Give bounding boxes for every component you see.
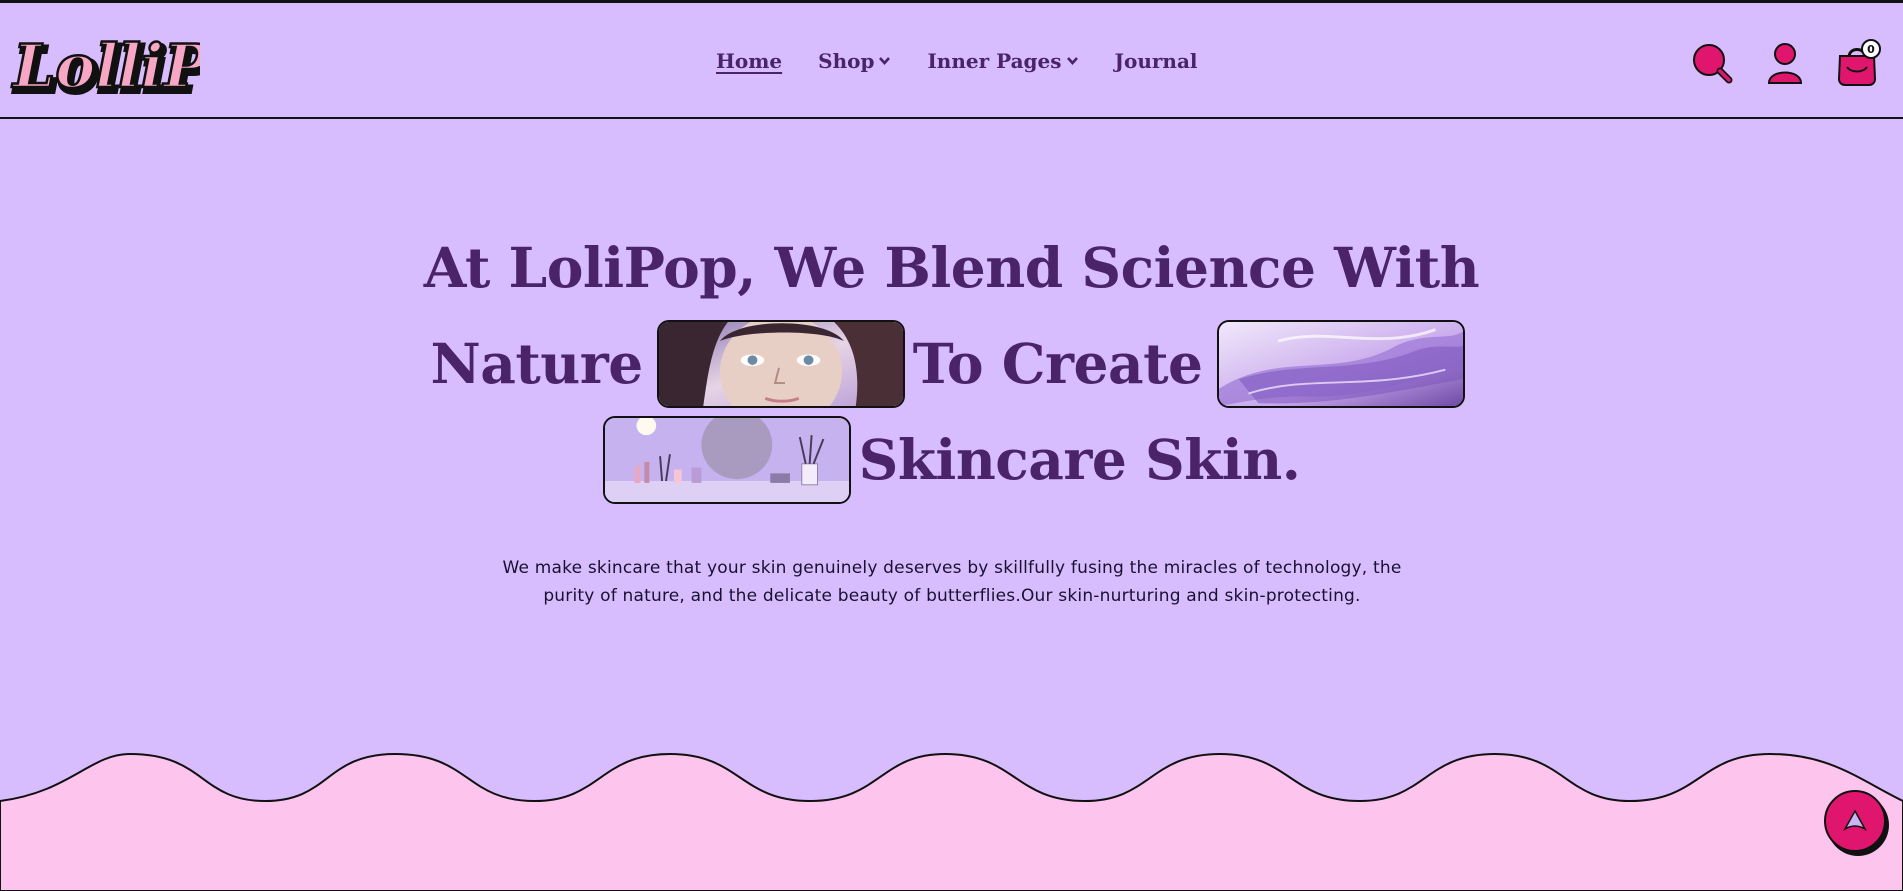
lollipop-logo[interactable]: LolliPop LolliPop [10,17,295,109]
hero-heading: At LoliPop, We Blend Science With Nature [0,220,1903,508]
cart-count-badge: 0 [1861,39,1881,59]
wave-divider [0,752,1903,891]
shopping-bag-icon[interactable]: 0 [1835,39,1881,87]
hero-line-1: At LoliPop, We Blend Science With [0,220,1903,316]
nav-item-home[interactable]: Home [716,49,782,73]
hero-line-3: Skincare Skin. [0,412,1903,508]
nav-item-shop-label: Shop [818,49,875,73]
search-icon[interactable] [1691,41,1735,87]
hero-description: We make skincare that your skin genuinel… [502,558,1402,606]
nav-item-shop[interactable]: Shop [818,49,891,73]
main-navigation: Home Shop Inner Pages Journal [716,49,1234,73]
chevron-down-icon [1066,57,1078,65]
scroll-to-top-button[interactable] [1824,790,1886,852]
nav-item-journal-label: Journal [1114,49,1198,73]
chevron-down-icon [879,57,891,65]
purple-liquid-image [1216,320,1465,408]
user-icon[interactable] [1763,41,1807,87]
hero-line-2: Nature To Create [0,316,1903,412]
nav-item-inner-pages[interactable]: Inner Pages [927,49,1078,73]
nav-item-home-label: Home [716,49,783,73]
nav-item-inner-pages-label: Inner Pages [927,49,1062,73]
hero-line-2-text-a: Nature [430,331,643,396]
arrow-up-icon [1842,809,1868,832]
woman-face-image [656,320,905,408]
hero-line-3-text: Skincare Skin. [858,427,1301,492]
logo-text: LolliPop [11,32,200,102]
site-header: LolliPop LolliPop Home Shop Inner Pages … [0,3,1903,119]
vanity-mirror-image [602,416,851,504]
nav-item-journal[interactable]: Journal [1115,49,1198,73]
hero-line-1-text: At LoliPop, We Blend Science With [423,235,1480,300]
hero-line-2-text-b: To Create [912,331,1203,396]
